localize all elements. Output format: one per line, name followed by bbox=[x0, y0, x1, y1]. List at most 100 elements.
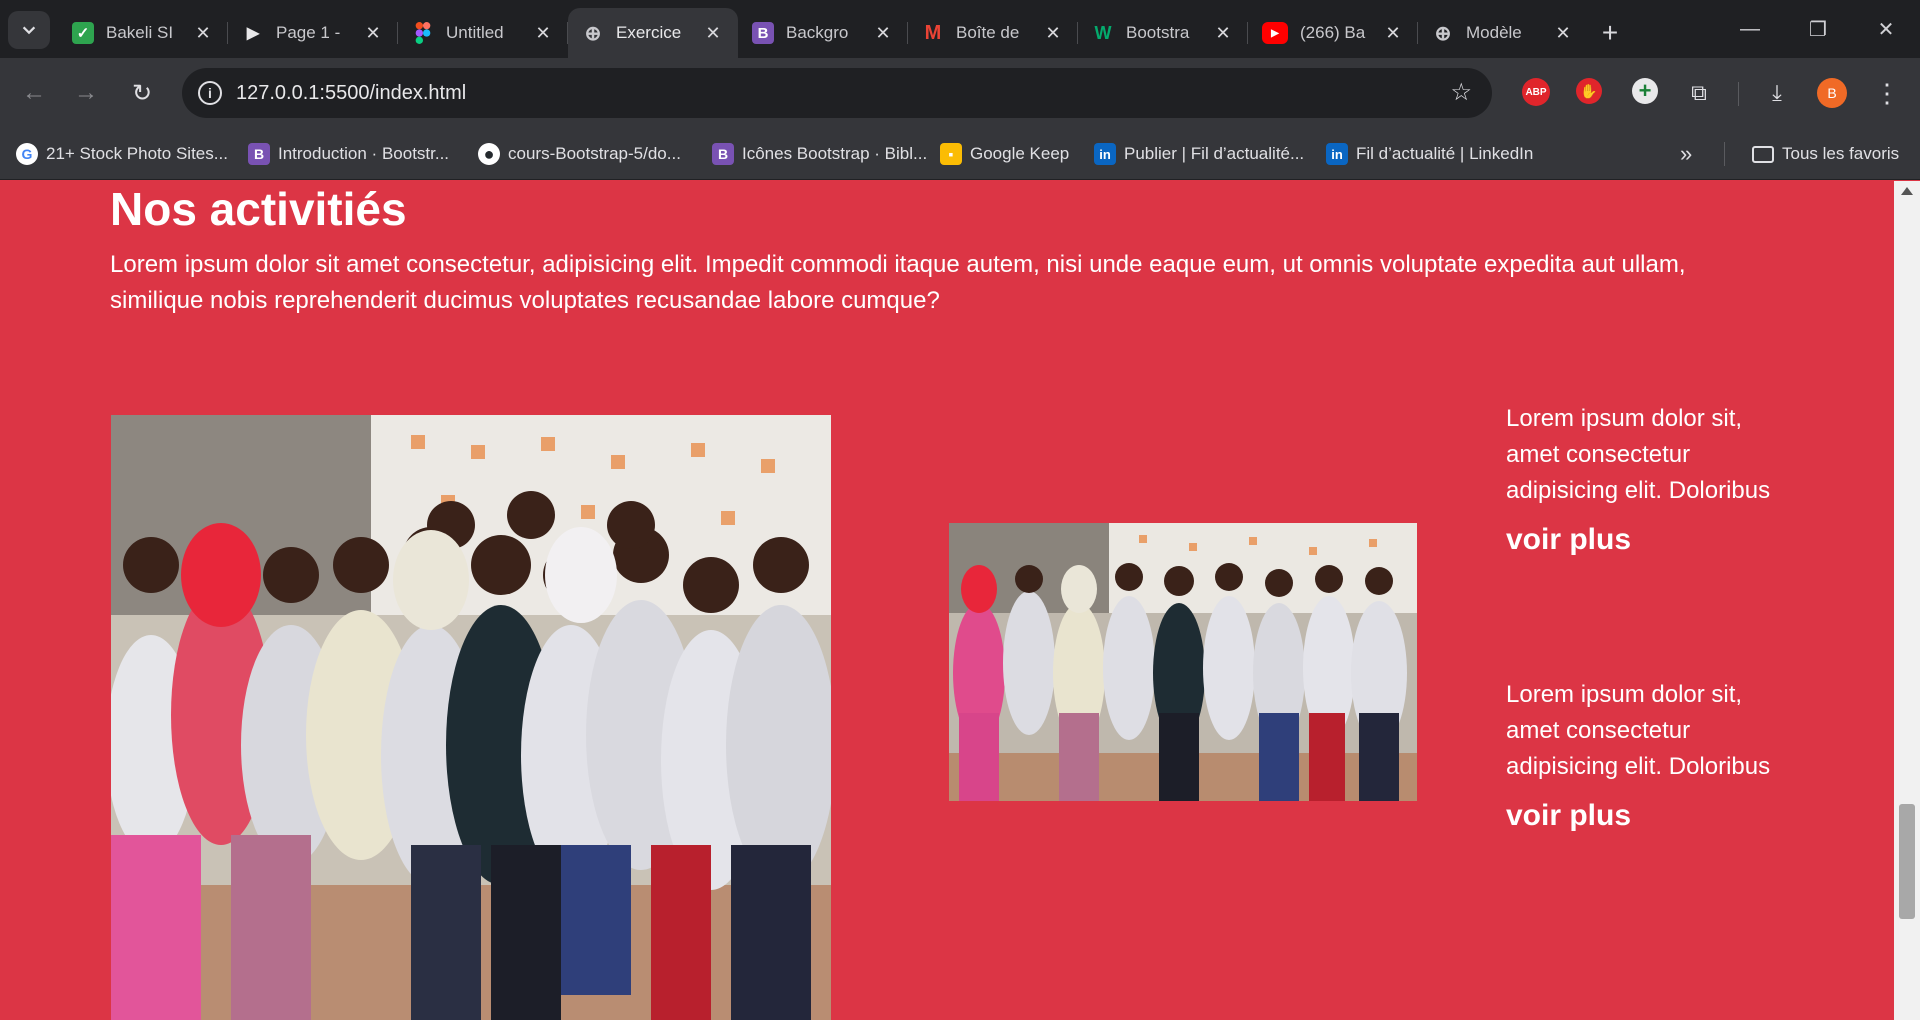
forward-button[interactable]: → bbox=[68, 75, 104, 111]
bookmark-label: Publier | Fil d’actualité... bbox=[1124, 144, 1305, 163]
restore-button[interactable]: ❐ bbox=[1784, 0, 1852, 58]
tab-gmail[interactable]: M Boîte de ✕ bbox=[908, 8, 1078, 58]
new-tab-button[interactable]: + bbox=[1588, 8, 1632, 58]
tab-youtube[interactable]: ▶ (266) Ba ✕ bbox=[1248, 8, 1418, 58]
url-text[interactable]: 127.0.0.1:5500/index.html bbox=[236, 82, 466, 105]
tab-title: (266) Ba bbox=[1300, 23, 1366, 42]
activity-photo-small bbox=[949, 523, 1417, 801]
tab-list: ✓ Bakeli SI ✕ ▶ Page 1 - ✕ Untitled ✕ ⊕ … bbox=[58, 8, 1632, 58]
more-bookmarks-chevron-icon[interactable]: » bbox=[1680, 141, 1692, 167]
browser-toolbar: ← → ↻ i 127.0.0.1:5500/index.html ☆ ABP … bbox=[0, 58, 1920, 128]
download-icon[interactable]: ⤓ bbox=[1762, 78, 1792, 108]
voir-plus-link[interactable]: voir plus bbox=[1506, 799, 1786, 833]
close-icon[interactable]: ✕ bbox=[192, 22, 214, 44]
bookmark-item[interactable]: B Icônes Bootstrap · Bibl... bbox=[712, 141, 927, 167]
group-photo-image bbox=[949, 523, 1417, 801]
bookmark-label: Tous les favoris bbox=[1782, 144, 1900, 163]
bookmark-item[interactable]: B Introduction · Bootstr... bbox=[248, 141, 449, 167]
bookmark-item[interactable]: in Publier | Fil d’actualité... bbox=[1094, 141, 1304, 167]
tab-background[interactable]: B Backgro ✕ bbox=[738, 8, 908, 58]
bootstrap-icon: B bbox=[712, 143, 734, 165]
bookmark-item[interactable]: ▪ Google Keep bbox=[940, 141, 1069, 167]
globe-icon: ⊕ bbox=[1434, 22, 1452, 45]
tab-modele[interactable]: ⊕ Modèle ✕ bbox=[1418, 8, 1588, 58]
tab-bakeli[interactable]: ✓ Bakeli SI ✕ bbox=[58, 8, 228, 58]
all-bookmarks-folder[interactable]: Tous les favoris bbox=[1752, 141, 1899, 167]
section-title: Nos activitiés bbox=[110, 183, 407, 235]
google-icon: G bbox=[16, 143, 38, 165]
reload-button[interactable]: ↻ bbox=[124, 75, 160, 111]
bootstrap-icon: B bbox=[248, 143, 270, 165]
close-icon[interactable]: ✕ bbox=[1552, 22, 1574, 44]
bookmark-item[interactable]: G 21+ Stock Photo Sites... bbox=[16, 141, 228, 167]
extensions-puzzle-icon[interactable]: ⧉ bbox=[1684, 78, 1714, 108]
close-icon[interactable]: ✕ bbox=[1042, 22, 1064, 44]
youtube-icon: ▶ bbox=[1262, 22, 1288, 44]
close-icon[interactable]: ✕ bbox=[1212, 22, 1234, 44]
close-icon[interactable]: ✕ bbox=[1382, 22, 1404, 44]
tab-title: Backgro bbox=[786, 23, 849, 42]
tab-exercice[interactable]: ⊕ Exercice ✕ bbox=[568, 8, 738, 58]
tab-title: Bootstra bbox=[1126, 23, 1190, 42]
activity-photo-large bbox=[111, 415, 831, 1020]
window-controls: — ❐ ✕ bbox=[1716, 0, 1920, 58]
tab-title: Boîte de bbox=[956, 23, 1020, 42]
tab-title: Exercice bbox=[616, 23, 682, 42]
bookmark-label: Introduction · Bootstr... bbox=[278, 144, 450, 163]
close-icon[interactable]: ✕ bbox=[702, 22, 724, 44]
bookmark-item[interactable]: ● cours-Bootstrap-5/do... bbox=[478, 141, 681, 167]
keep-icon: ▪ bbox=[940, 143, 962, 165]
back-button[interactable]: ← bbox=[16, 75, 52, 111]
close-icon[interactable]: ✕ bbox=[532, 22, 554, 44]
tab-title: Bakeli SI bbox=[106, 23, 174, 42]
activity-text: Lorem ipsum dolor sit, amet consectetur … bbox=[1506, 681, 1771, 780]
linkedin-icon: in bbox=[1094, 143, 1116, 165]
bookmark-label: Fil d’actualité | LinkedIn bbox=[1356, 144, 1534, 163]
bookmark-label: cours-Bootstrap-5/do... bbox=[508, 144, 681, 163]
menu-kebab-icon[interactable]: ⋮ bbox=[1872, 78, 1902, 108]
linkedin-icon: in bbox=[1326, 143, 1348, 165]
add-extension-icon[interactable]: + bbox=[1632, 78, 1658, 104]
tab-page1[interactable]: ▶ Page 1 - ✕ bbox=[228, 8, 398, 58]
profile-avatar[interactable]: B bbox=[1817, 78, 1847, 108]
tab-search-button[interactable] bbox=[8, 11, 50, 49]
w3-icon: W bbox=[1094, 22, 1112, 43]
close-icon[interactable]: ✕ bbox=[362, 22, 384, 44]
tab-title: Untitled bbox=[446, 23, 504, 42]
bookmark-label: Icônes Bootstrap · Bibl... bbox=[742, 144, 928, 163]
tab-untitled[interactable]: Untitled ✕ bbox=[398, 8, 568, 58]
adblock-plus-icon[interactable]: ABP bbox=[1522, 78, 1550, 106]
bookmark-item[interactable]: in Fil d’actualité | LinkedIn bbox=[1326, 141, 1533, 167]
chevron-down-icon bbox=[22, 26, 36, 35]
adblock-hand-icon[interactable]: ✋ bbox=[1576, 78, 1602, 104]
bookmark-star-icon[interactable]: ☆ bbox=[1450, 78, 1472, 107]
site-info-icon[interactable]: i bbox=[198, 81, 222, 105]
page-content: Nos activitiés Lorem ipsum dolor sit ame… bbox=[0, 181, 1894, 1020]
tab-title: Modèle bbox=[1466, 23, 1522, 42]
page-scrollbar[interactable] bbox=[1894, 181, 1920, 1020]
bookmarks-bar: G 21+ Stock Photo Sites... B Introductio… bbox=[0, 128, 1920, 180]
play-icon: ▶ bbox=[246, 25, 260, 42]
bootstrap-icon: B bbox=[752, 22, 774, 44]
minimize-button[interactable]: — bbox=[1716, 0, 1784, 58]
close-window-button[interactable]: ✕ bbox=[1852, 0, 1920, 58]
github-icon: ● bbox=[478, 143, 500, 165]
group-photo-image bbox=[111, 415, 831, 1020]
figma-icon bbox=[412, 22, 434, 44]
activity-item: Lorem ipsum dolor sit, amet consectetur … bbox=[1506, 677, 1786, 833]
voir-plus-link[interactable]: voir plus bbox=[1506, 523, 1786, 557]
bookmark-label: Google Keep bbox=[970, 144, 1070, 163]
activity-text: Lorem ipsum dolor sit, amet consectetur … bbox=[1506, 405, 1771, 504]
address-bar[interactable]: i 127.0.0.1:5500/index.html ☆ bbox=[182, 68, 1492, 118]
scrollbar-thumb[interactable] bbox=[1899, 804, 1915, 919]
globe-icon: ⊕ bbox=[584, 22, 602, 45]
scroll-up-arrow-icon[interactable] bbox=[1901, 187, 1913, 195]
tab-w3schools[interactable]: W Bootstra ✕ bbox=[1078, 8, 1248, 58]
tab-strip: ✓ Bakeli SI ✕ ▶ Page 1 - ✕ Untitled ✕ ⊕ … bbox=[0, 0, 1920, 58]
gmail-icon: M bbox=[924, 21, 942, 44]
bakeli-icon: ✓ bbox=[72, 22, 94, 44]
folder-icon bbox=[1752, 145, 1774, 163]
section-lead: Lorem ipsum dolor sit amet consectetur, … bbox=[110, 251, 1686, 314]
close-icon[interactable]: ✕ bbox=[872, 22, 894, 44]
activity-item: Lorem ipsum dolor sit, amet consectetur … bbox=[1506, 401, 1786, 557]
